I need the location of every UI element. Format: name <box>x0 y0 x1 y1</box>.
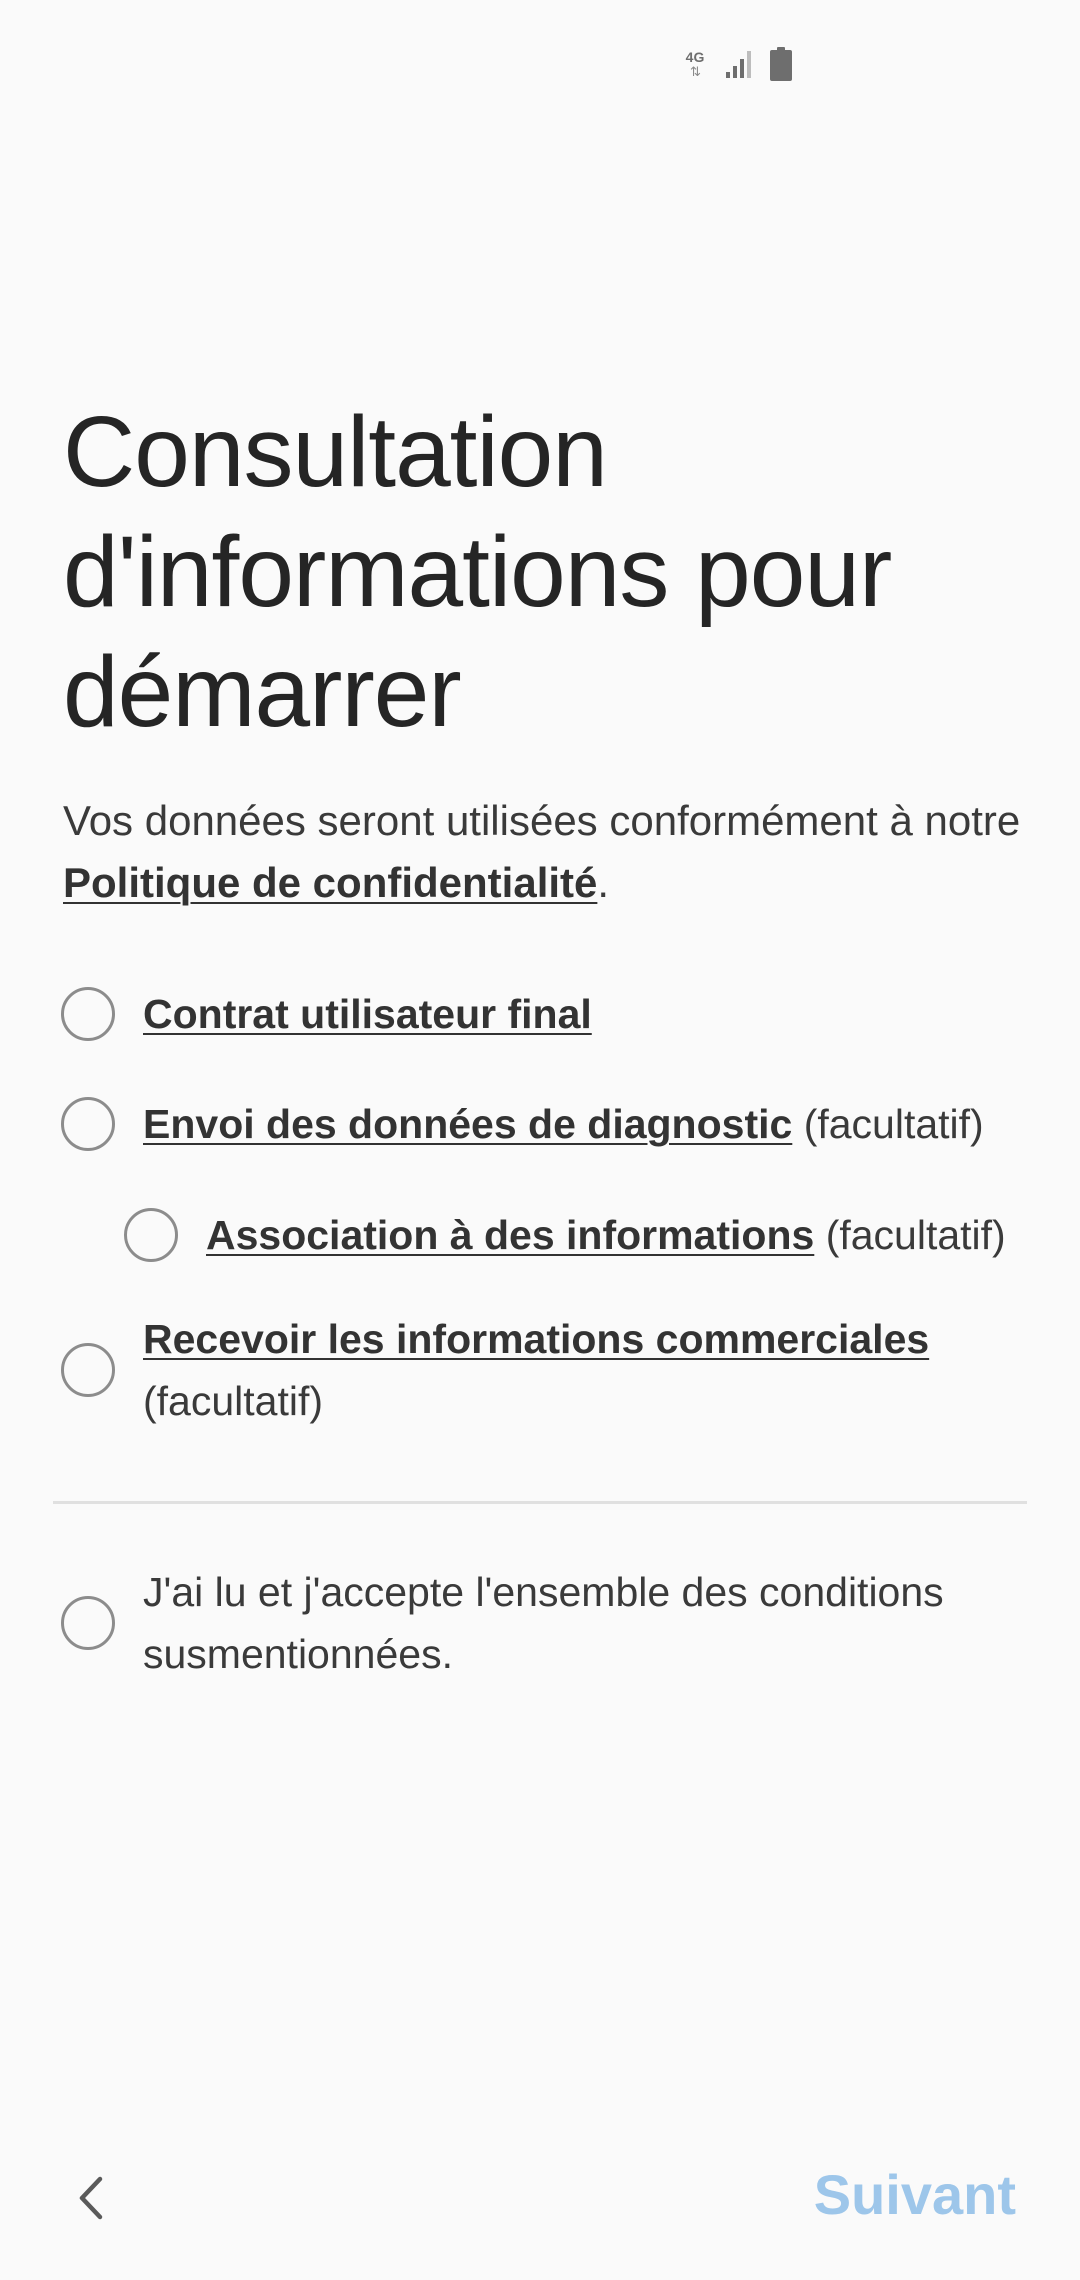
option-diagnostic-data[interactable]: Envoi des données de diagnostic (faculta… <box>61 1093 984 1155</box>
eula-radio[interactable] <box>61 987 115 1041</box>
description-text: Vos données seront utilisées conformémen… <box>63 797 1021 844</box>
signal-icon <box>726 51 751 78</box>
option-eula[interactable]: Contrat utilisateur final <box>61 983 592 1045</box>
eula-link[interactable]: Contrat utilisateur final <box>143 991 592 1037</box>
marketing-info-radio[interactable] <box>61 1343 115 1397</box>
info-association-label: Association à des informations (facultat… <box>206 1204 1006 1266</box>
data-activity-icon: ⇅ <box>690 64 701 79</box>
marketing-info-link[interactable]: Recevoir les informations commerciales <box>143 1316 929 1362</box>
diagnostic-data-label: Envoi des données de diagnostic (faculta… <box>143 1093 984 1155</box>
option-marketing-info[interactable]: Recevoir les informations commerciales (… <box>61 1308 1023 1432</box>
privacy-description: Vos données seront utilisées conformémen… <box>63 790 1023 914</box>
privacy-policy-link[interactable]: Politique de confidentialité <box>63 859 597 906</box>
info-association-optional-suffix: (facultatif) <box>814 1212 1006 1258</box>
page-title: Consultation d'informations pour démarre… <box>63 396 892 748</box>
network-type-label: 4G <box>685 49 705 65</box>
accept-all-radio[interactable] <box>61 1596 115 1650</box>
chevron-left-icon <box>79 2176 103 2220</box>
accept-all-label: J'ai lu et j'accepte l'ensemble des cond… <box>143 1569 944 1677</box>
diagnostic-optional-suffix: (facultatif) <box>792 1101 984 1147</box>
description-end: . <box>597 859 610 906</box>
marketing-info-label: Recevoir les informations commerciales (… <box>143 1308 1023 1432</box>
back-button[interactable] <box>62 2168 122 2228</box>
status-bar: 4G ⇅ <box>680 44 792 84</box>
diagnostic-data-radio[interactable] <box>61 1097 115 1151</box>
option-info-association[interactable]: Association à des informations (facultat… <box>124 1204 1006 1266</box>
eula-label: Contrat utilisateur final <box>143 983 592 1045</box>
marketing-optional-suffix: (facultatif) <box>143 1378 323 1424</box>
setup-screen: 4G ⇅ Consultation d'informations pour dé… <box>0 0 1080 2280</box>
info-association-link[interactable]: Association à des informations <box>206 1212 814 1258</box>
next-button[interactable]: Suivant <box>814 2162 1016 2227</box>
diagnostic-data-link[interactable]: Envoi des données de diagnostic <box>143 1101 792 1147</box>
network-type-indicator: 4G ⇅ <box>680 49 710 79</box>
divider <box>53 1501 1027 1504</box>
info-association-radio[interactable] <box>124 1208 178 1262</box>
battery-icon <box>770 47 792 81</box>
option-accept-all[interactable]: J'ai lu et j'accepte l'ensemble des cond… <box>61 1561 1023 1685</box>
